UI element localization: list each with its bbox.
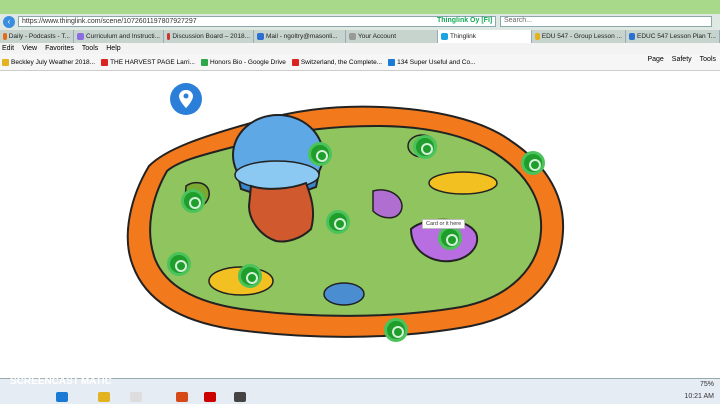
favorite-label: Switzerland, the Complete... bbox=[300, 58, 383, 66]
menu-item-view[interactable]: View bbox=[22, 43, 37, 54]
url-text: https://www.thinglink.com/scene/10726011… bbox=[22, 18, 197, 25]
nucleus-hotspot[interactable] bbox=[308, 142, 332, 166]
tab-favicon bbox=[167, 33, 171, 40]
tab-discussion-board-2018[interactable]: Discussion Board – 2018... bbox=[164, 30, 254, 43]
clock: 10:21 AM bbox=[684, 393, 714, 400]
safety-menu-button[interactable]: Safety bbox=[672, 56, 692, 63]
tools-menu-button[interactable]: Tools bbox=[700, 56, 716, 63]
tab-mail-ngoltry-masonli[interactable]: Mail - ngoltry@masonli... bbox=[254, 30, 346, 43]
tab-educ-547-lesson-plan-t[interactable]: EDUC 547 Lesson Plan T... bbox=[626, 30, 720, 43]
vacuole-hotspot[interactable] bbox=[413, 135, 437, 159]
tab-thinglink[interactable]: Thinglink bbox=[438, 30, 532, 43]
site-identity-badge[interactable]: Thinglink Oy [FI] bbox=[437, 17, 492, 24]
window-titlebar bbox=[0, 0, 720, 14]
tab-favicon bbox=[629, 33, 635, 40]
golgi-hotspot[interactable] bbox=[438, 226, 462, 250]
snip-taskbar-icon[interactable] bbox=[234, 392, 246, 402]
back-button[interactable]: ‹ bbox=[3, 16, 15, 28]
screencast-watermark: RECORDED WITH SCREENCAST MATIC bbox=[10, 370, 112, 387]
powerpoint-taskbar-icon[interactable] bbox=[176, 392, 188, 402]
tab-favicon bbox=[257, 33, 264, 40]
tab-favicon bbox=[441, 33, 448, 40]
menu-item-help[interactable]: Help bbox=[106, 43, 120, 54]
centriole-hotspot[interactable] bbox=[181, 189, 205, 213]
hotspot-tooltip: Card or it here bbox=[422, 219, 466, 229]
search-input[interactable]: Search... bbox=[500, 16, 712, 27]
tab-label: Curriculum and Instructi... bbox=[85, 33, 160, 40]
favorite-label: THE HARVEST PAGE Larri... bbox=[110, 58, 195, 66]
command-bar: Page Safety Tools bbox=[647, 56, 716, 63]
tab-label: Thinglink bbox=[450, 33, 477, 40]
tab-label: Your Account bbox=[358, 33, 397, 40]
tab-label: Daily - Podcasts - T... bbox=[8, 33, 70, 40]
acrobat-taskbar-icon[interactable] bbox=[204, 392, 216, 402]
membrane-hotspot[interactable] bbox=[521, 151, 545, 175]
favorite-label: 134 Super Useful and Co... bbox=[397, 58, 476, 66]
tab-favicon bbox=[535, 33, 540, 40]
er-hotspot[interactable] bbox=[326, 210, 350, 234]
animal-cell-illustration bbox=[126, 105, 565, 338]
favorite-label: Beckley July Weather 2018... bbox=[11, 58, 96, 66]
tab-label: EDU 547 - Group Lesson ... bbox=[541, 33, 622, 40]
thinglink-image bbox=[91, 71, 612, 378]
tab-favicon bbox=[77, 33, 84, 40]
menu-item-tools[interactable]: Tools bbox=[82, 43, 98, 54]
favorite-link[interactable]: Beckley July Weather 2018... bbox=[2, 58, 96, 66]
menu-item-favorites[interactable]: Favorites bbox=[45, 43, 74, 54]
tab-label: Mail - ngoltry@masonli... bbox=[266, 33, 338, 40]
favorites-bar: Beckley July Weather 2018... THE HARVEST … bbox=[0, 54, 720, 71]
menu-bar: Edit View Favorites Tools Help bbox=[0, 43, 720, 54]
tab-favicon bbox=[349, 33, 356, 40]
favorite-link[interactable]: THE HARVEST PAGE Larri... bbox=[101, 58, 195, 66]
address-bar[interactable]: https://www.thinglink.com/scene/10726011… bbox=[18, 16, 496, 27]
favorite-icon bbox=[200, 58, 208, 66]
tab-label: Discussion Board – 2018... bbox=[172, 33, 250, 40]
favorite-label: Honors Bio - Google Drive bbox=[209, 58, 286, 66]
favorite-icon bbox=[2, 58, 9, 66]
folder-taskbar-icon[interactable] bbox=[130, 392, 142, 402]
cell-wall-hotspot[interactable] bbox=[384, 318, 408, 342]
favorite-icon bbox=[291, 58, 299, 66]
tab-favicon bbox=[3, 33, 7, 40]
tab-your-account[interactable]: Your Account bbox=[346, 30, 438, 43]
explorer-taskbar-icon[interactable] bbox=[98, 392, 110, 402]
favorite-icon bbox=[101, 58, 109, 66]
favorite-link[interactable]: 134 Super Useful and Co... bbox=[388, 58, 476, 66]
cytoplasm-hotspot[interactable] bbox=[167, 252, 191, 276]
tab-edu-547-group-lesson[interactable]: EDU 547 - Group Lesson ... bbox=[532, 30, 626, 43]
menu-item-edit[interactable]: Edit bbox=[2, 43, 14, 54]
tab-label: EDUC 547 Lesson Plan T... bbox=[636, 33, 716, 40]
ie-taskbar-icon[interactable] bbox=[56, 392, 68, 402]
favorite-link[interactable]: Honors Bio - Google Drive bbox=[200, 58, 286, 66]
page-menu-button[interactable]: Page bbox=[647, 56, 663, 63]
tab-daily-podcasts-t[interactable]: Daily - Podcasts - T... bbox=[0, 30, 74, 43]
tab-curriculum-and-instructi[interactable]: Curriculum and Instructi... bbox=[74, 30, 164, 43]
favorite-icon bbox=[388, 58, 396, 66]
mitochondria-hotspot[interactable] bbox=[238, 264, 262, 288]
tab-strip: Daily - Podcasts - T... Curriculum and In… bbox=[0, 30, 720, 43]
favorite-link[interactable]: Switzerland, the Complete... bbox=[291, 58, 383, 66]
map-pin-icon[interactable] bbox=[170, 83, 202, 115]
zoom-level[interactable]: 75% bbox=[700, 381, 714, 388]
